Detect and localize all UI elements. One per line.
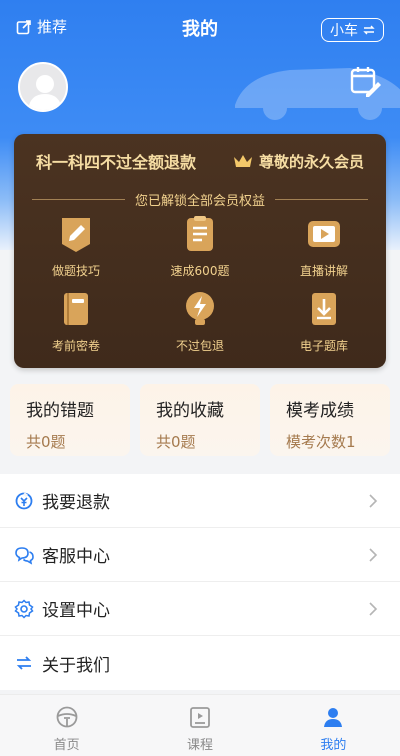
tab-label: 课程 xyxy=(186,738,213,753)
perk-refund[interactable]: 不过包退 xyxy=(138,289,262,354)
stat-wrong-questions[interactable]: 我的错题 共0题 xyxy=(10,384,130,456)
video-play-icon xyxy=(308,221,340,247)
user-icon xyxy=(324,708,343,727)
bottom-tab-bar: 首页 课程 我的 xyxy=(0,694,400,756)
tab-home[interactable]: 首页 xyxy=(0,695,133,756)
perk-label: 做题技巧 xyxy=(51,264,100,278)
perk-tips[interactable]: 做题技巧 xyxy=(14,214,138,279)
gear-icon xyxy=(14,598,34,619)
vehicle-type-label: 小车 xyxy=(330,23,358,39)
stat-mock-exam-scores[interactable]: 模考成绩 模考次数1 xyxy=(270,384,390,456)
chevron-right-icon xyxy=(369,602,378,616)
tab-label: 我的 xyxy=(320,738,347,753)
menu-item-refund[interactable]: 我要退款 xyxy=(0,474,400,528)
crown-icon xyxy=(233,154,252,167)
vip-perks-grid: 做题技巧 速成600题 直播讲解 考前密卷 不过包退 电子题库 xyxy=(14,214,386,354)
perk-label: 直播讲解 xyxy=(299,264,348,278)
steering-wheel-icon xyxy=(56,706,78,728)
vip-slogan: 科一科四不过全额退款 xyxy=(36,153,197,172)
stat-count: 模考次数1 xyxy=(286,433,356,451)
perk-quick-600[interactable]: 速成600题 xyxy=(138,214,262,279)
vehicle-type-switch[interactable]: 小车 xyxy=(321,18,384,42)
menu-item-about[interactable]: 关于我们 xyxy=(0,636,400,690)
perk-secret-paper[interactable]: 考前密卷 xyxy=(14,289,138,354)
perk-label: 考前密卷 xyxy=(51,339,100,353)
book-icon xyxy=(64,293,88,325)
stat-title: 我的收藏 xyxy=(156,401,224,421)
calendar-edit-button[interactable] xyxy=(348,64,382,98)
vip-unlock-divider: 您已解锁全部会员权益 xyxy=(32,190,369,209)
tab-label: 首页 xyxy=(53,738,80,753)
clipboard-icon xyxy=(187,216,213,251)
vip-unlock-text: 您已解锁全部会员权益 xyxy=(135,194,266,209)
vip-card: 科一科四不过全额退款 尊敬的永久会员 您已解锁全部会员权益 做题技巧 速成600… xyxy=(14,134,386,368)
menu-label: 关于我们 xyxy=(42,655,110,676)
menu-item-settings[interactable]: 设置中心 xyxy=(0,582,400,636)
divider-line-right xyxy=(275,199,369,200)
swap-icon xyxy=(16,656,32,670)
perk-label: 不过包退 xyxy=(175,339,224,353)
perk-label: 电子题库 xyxy=(299,339,348,353)
chat-icon xyxy=(15,546,34,565)
stat-favorites[interactable]: 我的收藏 共0题 xyxy=(140,384,260,456)
download-book-icon xyxy=(312,293,336,325)
stat-title: 模考成绩 xyxy=(286,401,354,421)
stat-title: 我的错题 xyxy=(26,401,94,421)
avatar[interactable] xyxy=(18,62,68,112)
menu-item-customer-service[interactable]: 客服中心 xyxy=(0,528,400,582)
settings-menu: 我要退款 客服中心 设置中心 关于我们 xyxy=(0,474,400,690)
divider-line-left xyxy=(32,199,125,200)
stats-row: 我的错题 共0题 我的收藏 共0题 模考成绩 模考次数1 xyxy=(10,384,390,456)
perk-ebank[interactable]: 电子题库 xyxy=(262,289,386,354)
stat-count: 共0题 xyxy=(26,433,66,451)
perk-label: 速成600题 xyxy=(170,264,230,278)
vip-card-header: 科一科四不过全额退款 尊敬的永久会员 xyxy=(14,134,386,188)
refund-icon xyxy=(15,491,33,509)
chevron-right-icon xyxy=(369,548,378,562)
chevron-right-icon xyxy=(369,494,378,508)
tab-mine[interactable]: 我的 xyxy=(267,695,400,756)
switch-arrows-icon xyxy=(363,25,375,35)
calendar-edit-icon xyxy=(350,67,381,97)
course-icon xyxy=(190,707,210,728)
menu-label: 客服中心 xyxy=(42,547,110,567)
menu-label: 我要退款 xyxy=(42,493,110,513)
top-bar: 推荐 我的 小车 xyxy=(0,0,400,56)
vip-level: 尊敬的永久会员 xyxy=(233,151,364,172)
menu-label: 设置中心 xyxy=(42,601,110,621)
perk-live[interactable]: 直播讲解 xyxy=(262,214,386,279)
tab-course[interactable]: 课程 xyxy=(133,695,266,756)
pencil-icon xyxy=(62,218,90,252)
stat-count: 共0题 xyxy=(156,433,196,451)
vip-level-label: 尊敬的永久会员 xyxy=(258,152,364,171)
lightning-bulb-icon xyxy=(186,292,214,325)
